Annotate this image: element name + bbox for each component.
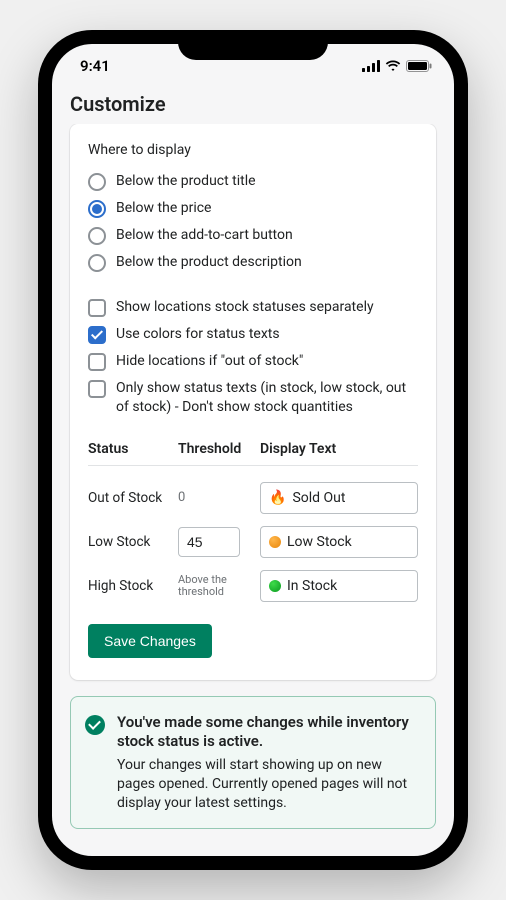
- content-area: Where to display Below the product title…: [52, 124, 454, 856]
- table-row: Low Stock Low Stock: [88, 520, 418, 564]
- radio-icon: [88, 173, 106, 191]
- phone-frame: 9:41 Customize Where to display Below th…: [38, 30, 468, 870]
- display-text-input[interactable]: 🔥 Sold Out: [260, 482, 418, 514]
- phone-screen: 9:41 Customize Where to display Below th…: [52, 44, 454, 856]
- check-hide-out-of-stock[interactable]: Hide locations if "out of stock": [88, 348, 418, 375]
- display-text-input[interactable]: Low Stock: [260, 526, 418, 558]
- options-group: Show locations stock statuses separately…: [88, 294, 418, 421]
- check-label: Only show status texts (in stock, low st…: [116, 379, 418, 417]
- radio-label: Below the product title: [116, 172, 256, 191]
- check-only-status-text[interactable]: Only show status texts (in stock, low st…: [88, 375, 418, 421]
- status-indicators: [362, 60, 432, 72]
- banner-body: Your changes will start showing up on ne…: [117, 756, 419, 813]
- check-show-locations[interactable]: Show locations stock statuses separately: [88, 294, 418, 321]
- check-label: Hide locations if "out of stock": [116, 352, 303, 371]
- wifi-icon: [385, 60, 401, 72]
- status-dot-icon: [269, 536, 281, 548]
- display-text-value: Sold Out: [292, 490, 345, 506]
- radio-icon: [88, 227, 106, 245]
- settings-card: Where to display Below the product title…: [70, 124, 436, 680]
- radio-icon: [88, 200, 106, 218]
- status-cell: Out of Stock: [88, 490, 178, 506]
- check-label: Show locations stock statuses separately: [116, 298, 374, 317]
- radio-label: Below the price: [116, 199, 211, 218]
- display-text-value: In Stock: [287, 578, 337, 594]
- radio-icon: [88, 254, 106, 272]
- check-circle-icon: [85, 715, 105, 735]
- table-header: Status Threshold Display Text: [88, 441, 418, 466]
- checkbox-icon: [88, 326, 106, 344]
- banner-title: You've made some changes while inventory…: [117, 713, 419, 752]
- radio-below-title[interactable]: Below the product title: [88, 168, 418, 195]
- checkbox-icon: [88, 380, 106, 398]
- check-use-colors[interactable]: Use colors for status texts: [88, 321, 418, 348]
- display-text-input[interactable]: In Stock: [260, 570, 418, 602]
- save-button[interactable]: Save Changes: [88, 624, 212, 658]
- col-header-display: Display Text: [260, 441, 418, 457]
- display-text-value: Low Stock: [287, 534, 352, 550]
- col-header-status: Status: [88, 441, 178, 457]
- threshold-cell: Above the threshold: [178, 574, 260, 598]
- battery-icon: [406, 60, 432, 72]
- check-label: Use colors for status texts: [116, 325, 280, 344]
- col-header-threshold: Threshold: [178, 441, 260, 457]
- phone-notch: [178, 30, 328, 60]
- display-location-label: Where to display: [88, 142, 418, 158]
- status-table: Status Threshold Display Text Out of Sto…: [88, 441, 418, 608]
- status-cell: Low Stock: [88, 534, 178, 550]
- checkbox-icon: [88, 299, 106, 317]
- fire-icon: 🔥: [269, 490, 286, 506]
- status-time: 9:41: [80, 57, 110, 75]
- banner-content: You've made some changes while inventory…: [117, 713, 419, 813]
- page-title: Customize: [52, 88, 454, 124]
- status-dot-icon: [269, 580, 281, 592]
- radio-below-description[interactable]: Below the product description: [88, 249, 418, 276]
- success-banner: You've made some changes while inventory…: [70, 696, 436, 830]
- table-row: Out of Stock 0 🔥 Sold Out: [88, 476, 418, 520]
- threshold-cell: 0: [178, 490, 260, 505]
- table-row: High Stock Above the threshold In Stock: [88, 564, 418, 608]
- radio-label: Below the product description: [116, 253, 302, 272]
- status-cell: High Stock: [88, 578, 178, 594]
- threshold-input[interactable]: [178, 527, 240, 557]
- radio-label: Below the add-to-cart button: [116, 226, 293, 245]
- cellular-icon: [362, 60, 380, 72]
- radio-below-cart[interactable]: Below the add-to-cart button: [88, 222, 418, 249]
- display-location-group: Below the product title Below the price …: [88, 168, 418, 276]
- radio-below-price[interactable]: Below the price: [88, 195, 418, 222]
- checkbox-icon: [88, 353, 106, 371]
